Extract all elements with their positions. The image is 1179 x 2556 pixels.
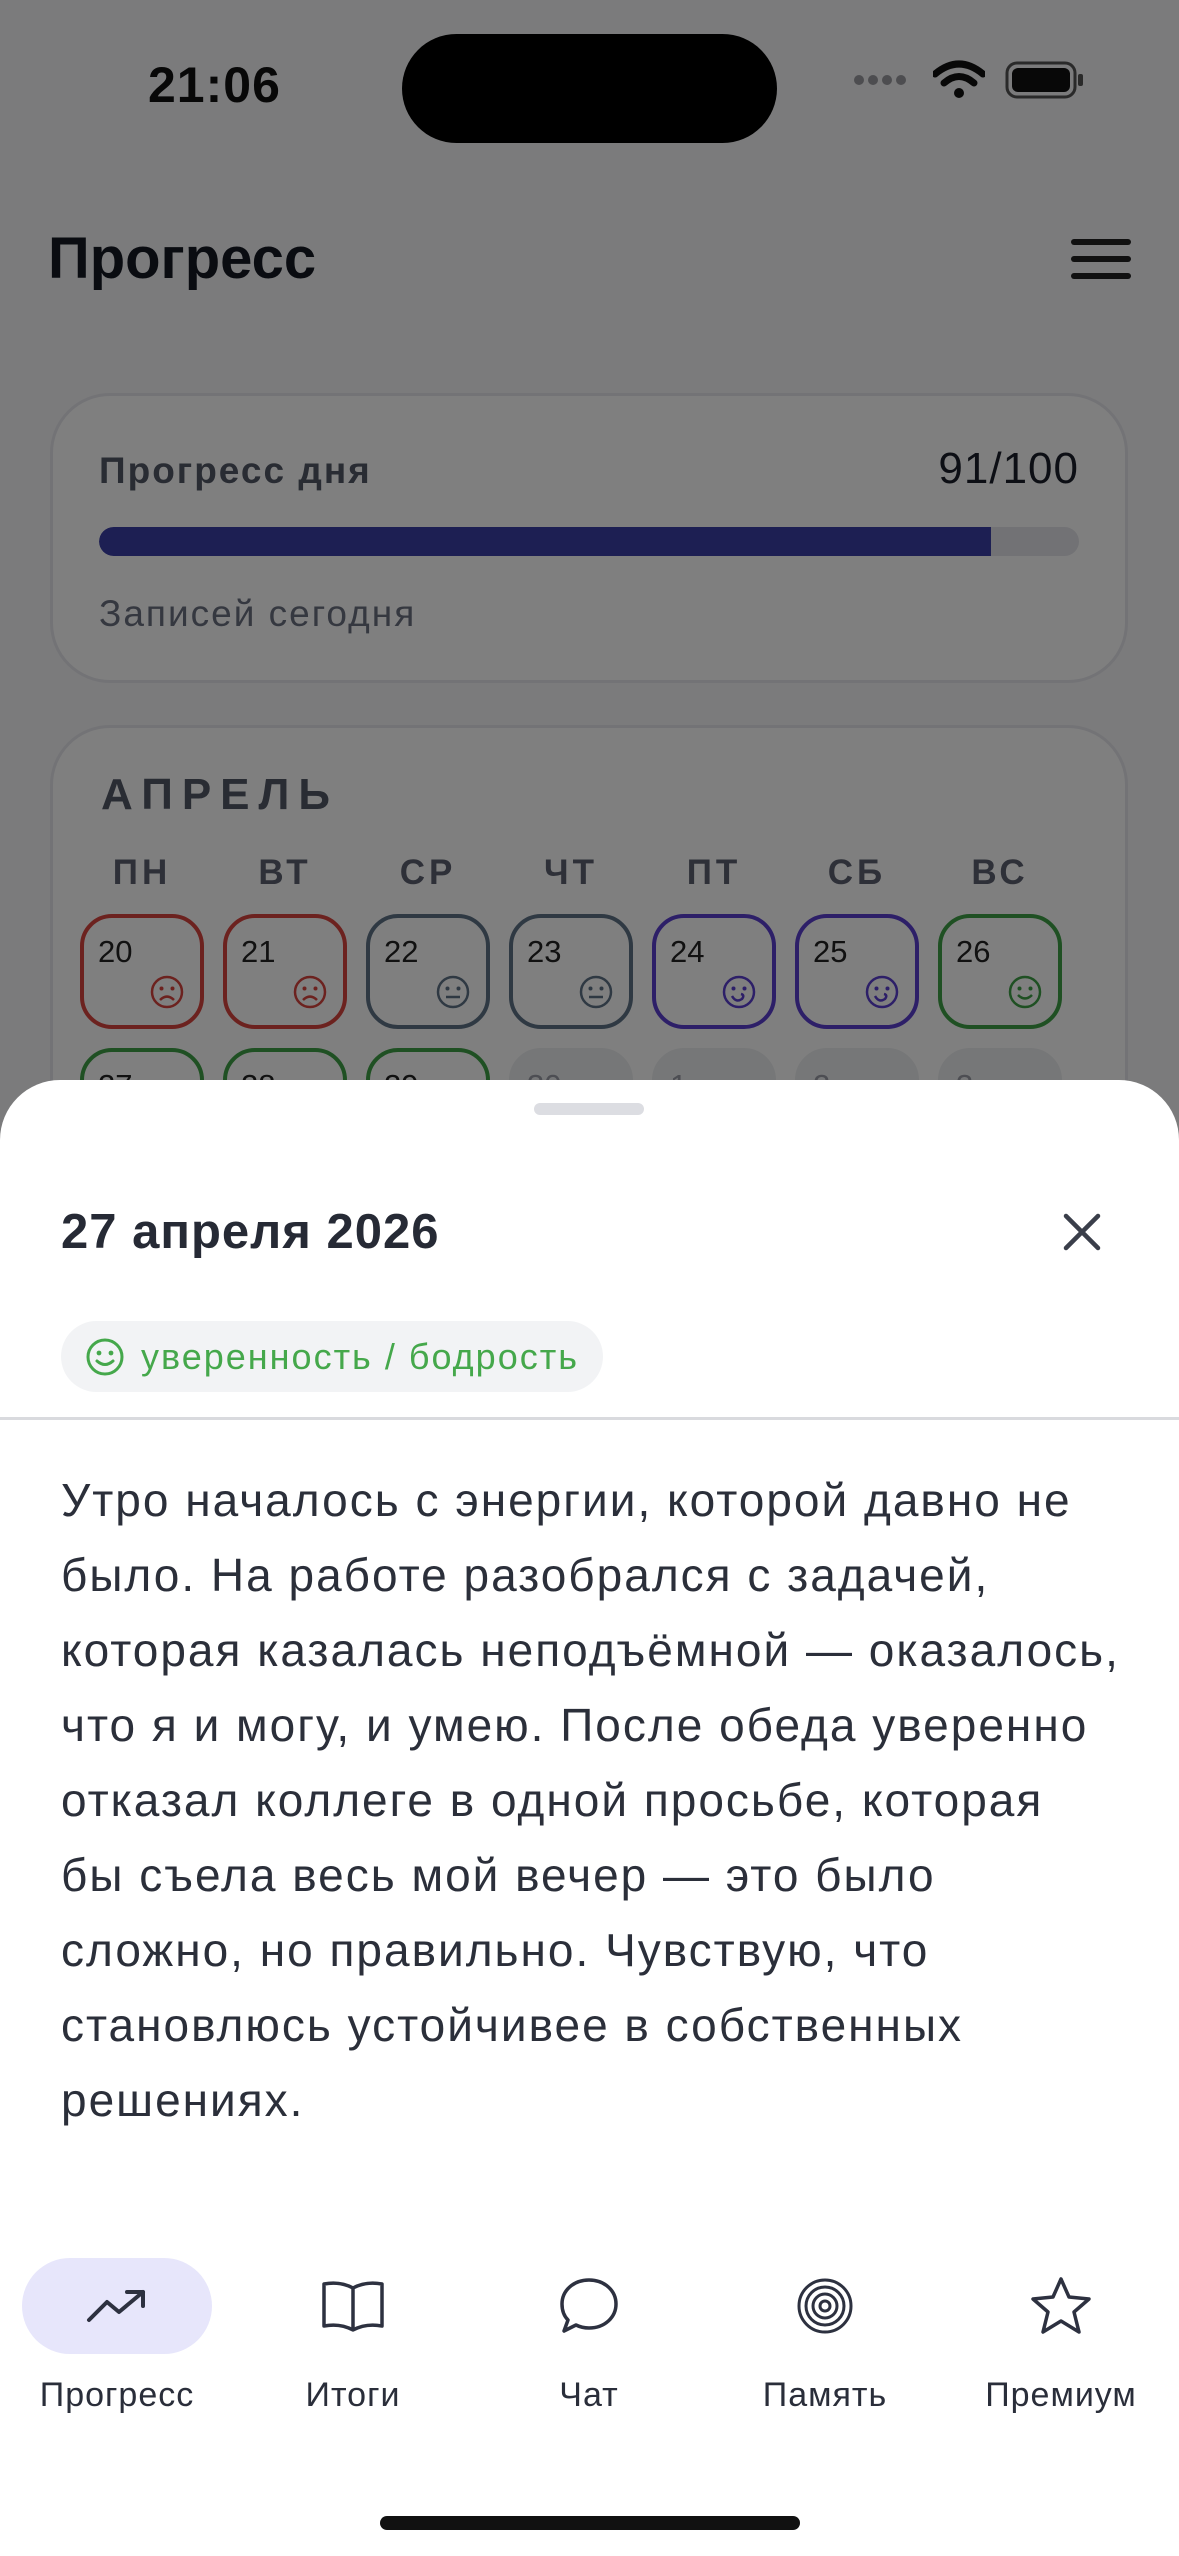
home-indicator[interactable]: [380, 2516, 800, 2530]
entry-date: 27 апреля 2026: [61, 1205, 440, 1259]
spiral-icon: [730, 2258, 920, 2354]
tab-book-open[interactable]: Итоги: [253, 2258, 453, 2418]
tab-label: Премиум: [985, 2376, 1137, 2414]
close-icon: [1063, 1213, 1101, 1251]
tab-chat-bubble[interactable]: Чат: [489, 2258, 689, 2418]
star-icon: [966, 2258, 1156, 2354]
tab-label: Чат: [559, 2376, 619, 2414]
book-open-icon: [258, 2258, 448, 2354]
chat-bubble-icon: [494, 2258, 684, 2354]
entry-bottom-sheet: 27 апреля 2026 уверенность / бодрость Ут…: [0, 1080, 1179, 2556]
tab-star[interactable]: Премиум: [961, 2258, 1161, 2418]
tab-spiral[interactable]: Память: [725, 2258, 925, 2418]
tab-label: Итоги: [305, 2376, 401, 2414]
entry-text: Утро началось с энергии, которой давно н…: [61, 1474, 1120, 2126]
mood-chip: уверенность / бодрость: [61, 1321, 603, 1392]
sheet-drag-handle[interactable]: [534, 1103, 644, 1115]
tab-bar: Прогресс Итоги Чат Память Премиум: [0, 2250, 1179, 2430]
close-button[interactable]: [1058, 1208, 1106, 1256]
smile-icon: [86, 1338, 124, 1375]
trending-up-icon: [22, 2258, 212, 2354]
divider: [0, 1417, 1179, 1420]
mood-chip-label: уверенность / бодрость: [141, 1335, 579, 1377]
tab-trending-up[interactable]: Прогресс: [17, 2258, 217, 2418]
tab-label: Прогресс: [39, 2376, 195, 2414]
tab-label: Память: [762, 2376, 888, 2414]
